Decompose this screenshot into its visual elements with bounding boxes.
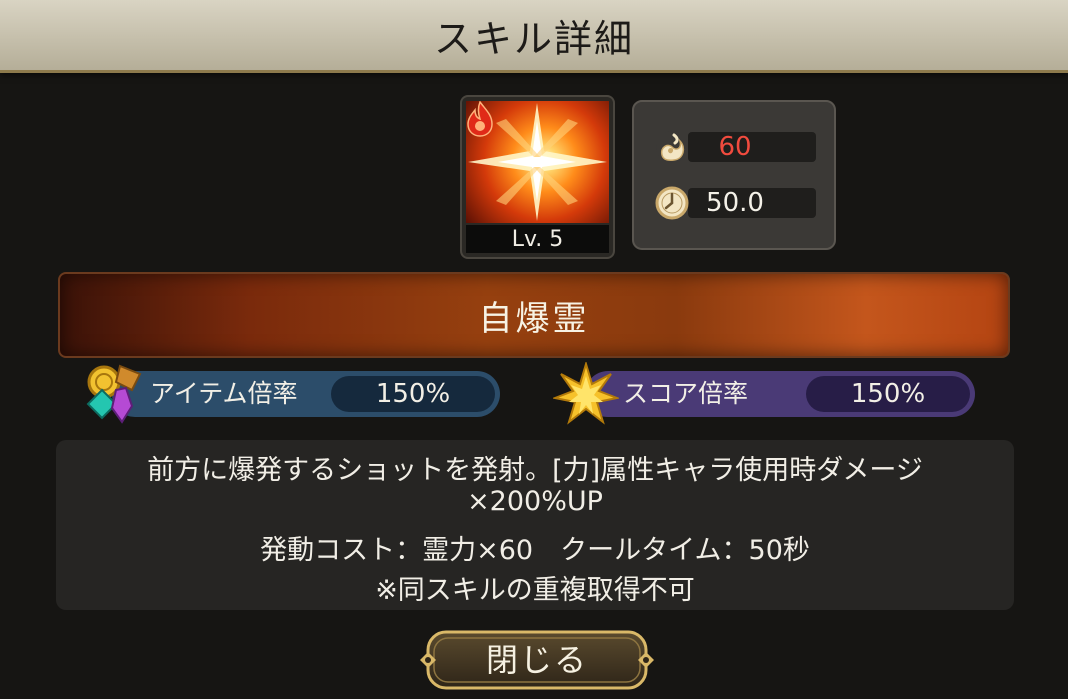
score-multiplier-label: スコア倍率 [623, 379, 749, 408]
cooldown-row: 50.0 [654, 186, 816, 220]
clock-icon [655, 186, 689, 220]
cooldown-field: 50.0 [688, 188, 816, 218]
score-multiplier-value: 150% [806, 376, 970, 412]
spirit-cost-value: 60 [718, 132, 752, 162]
skill-icon-frame: Lv. 5 [460, 95, 615, 259]
fire-icon [467, 101, 493, 137]
description-line: 前方に爆発するショットを発射。[力]属性キャラ使用時ダメージ [147, 455, 923, 486]
spirit-cost-row: 60 [654, 130, 816, 164]
page-title: スキル詳細 [433, 16, 634, 61]
description-line: ×200%UP [467, 486, 603, 517]
explosion-icon [466, 101, 609, 223]
title-bar: スキル詳細 [0, 0, 1068, 73]
gems-icon [86, 364, 142, 424]
skill-stats-panel: 60 50.0 [632, 100, 836, 250]
skill-description: 前方に爆発するショットを発射。[力]属性キャラ使用時ダメージ ×200%UP 発… [56, 440, 1014, 610]
spirit-flame-icon [656, 131, 688, 163]
cooldown-value: 50.0 [706, 188, 764, 218]
description-line: ※同スキルの重複取得不可 [375, 575, 695, 606]
score-multiplier: スコア倍率 150% [585, 371, 975, 417]
item-multiplier-label: アイテム倍率 [150, 379, 298, 408]
skill-level: Lv. 5 [466, 225, 609, 253]
close-button[interactable]: 閉じる [410, 628, 664, 692]
item-multiplier-value: 150% [331, 376, 495, 412]
spirit-cost-field: 60 [688, 132, 816, 162]
star-icon [553, 362, 619, 425]
description-line: 発動コスト：霊力×60 クールタイム：50秒 [260, 535, 810, 566]
item-multiplier: アイテム倍率 150% [112, 371, 500, 417]
skill-name: 自爆霊 [478, 298, 590, 339]
close-button-label: 閉じる [485, 641, 588, 679]
skill-name-banner: 自爆霊 [58, 272, 1010, 358]
